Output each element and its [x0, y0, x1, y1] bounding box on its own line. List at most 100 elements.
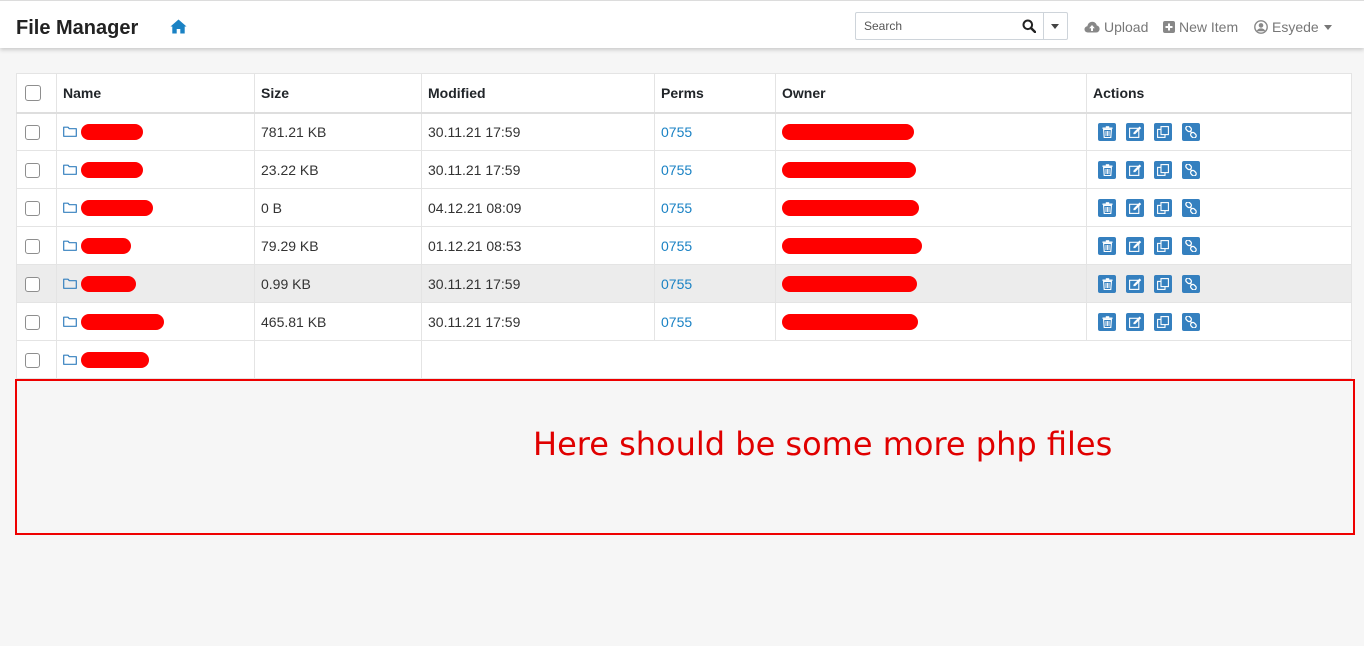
table-row[interactable]: 0 B 04.12.21 08:09 0755 [16, 188, 1352, 227]
modified-cell: 04.12.21 08:09 [421, 188, 655, 227]
file-table: Name Size Modified Perms Owner Actions 7… [16, 73, 1352, 379]
annotation-box: Here should be some more php files [15, 379, 1355, 535]
redacted-owner [782, 162, 916, 179]
folder-icon [63, 314, 77, 330]
select-cell [16, 302, 57, 341]
search-icon[interactable] [1022, 19, 1036, 33]
column-header-perms[interactable]: Perms [654, 73, 776, 114]
row-checkbox[interactable] [25, 238, 40, 254]
user-name: Esyede [1272, 19, 1319, 35]
folder-icon [63, 352, 77, 368]
redacted-owner [782, 124, 914, 141]
copy-icon[interactable] [1154, 122, 1172, 141]
link-icon[interactable] [1182, 236, 1200, 255]
row-checkbox[interactable] [25, 314, 40, 330]
owner-cell [775, 226, 1087, 265]
search-dropdown-icon[interactable] [1051, 24, 1059, 29]
perms-link[interactable]: 0755 [654, 226, 776, 265]
row-checkbox[interactable] [25, 162, 40, 178]
redacted-owner [782, 200, 919, 217]
link-icon[interactable] [1182, 122, 1200, 141]
redacted-name [80, 276, 136, 293]
trash-icon[interactable] [1098, 236, 1116, 255]
folder-icon [63, 162, 77, 178]
copy-icon[interactable] [1154, 312, 1172, 331]
name-cell[interactable] [56, 226, 255, 265]
search-divider [1043, 13, 1044, 39]
edit-icon[interactable] [1126, 122, 1144, 141]
column-header-name[interactable]: Name [56, 73, 255, 114]
folder-icon [63, 124, 77, 140]
select-all-checkbox[interactable] [25, 85, 41, 102]
name-cell[interactable] [56, 150, 255, 189]
row-checkbox[interactable] [25, 352, 40, 368]
new-item-link[interactable]: New Item [1163, 18, 1238, 36]
name-cell[interactable] [56, 188, 255, 227]
cloud-upload-icon [1084, 21, 1100, 33]
table-row[interactable]: 23.22 KB 30.11.21 17:59 0755 [16, 150, 1352, 189]
column-header-size[interactable]: Size [254, 73, 422, 114]
user-circle-icon [1254, 20, 1268, 34]
link-icon[interactable] [1182, 274, 1200, 293]
name-cell[interactable] [56, 302, 255, 341]
copy-icon[interactable] [1154, 236, 1172, 255]
owner-cell [775, 264, 1087, 303]
app-title[interactable]: File Manager [16, 16, 138, 40]
table-row[interactable]: 465.81 KB 30.11.21 17:59 0755 [16, 302, 1352, 341]
edit-icon[interactable] [1126, 160, 1144, 179]
link-icon[interactable] [1182, 198, 1200, 217]
trash-icon[interactable] [1098, 122, 1116, 141]
actions-cell [1086, 226, 1352, 265]
column-header-modified[interactable]: Modified [421, 73, 655, 114]
trash-icon[interactable] [1098, 274, 1116, 293]
copy-icon[interactable] [1154, 160, 1172, 179]
name-cell[interactable] [56, 264, 255, 303]
empty-cell [421, 340, 1352, 379]
row-checkbox[interactable] [25, 125, 40, 141]
perms-link[interactable]: 0755 [654, 264, 776, 303]
edit-icon[interactable] [1126, 274, 1144, 293]
copy-icon[interactable] [1154, 274, 1172, 293]
upload-link[interactable]: Upload [1084, 18, 1148, 36]
modified-cell: 01.12.21 08:53 [421, 226, 655, 265]
perms-link[interactable]: 0755 [654, 112, 776, 151]
search-input[interactable] [856, 13, 1041, 39]
edit-icon[interactable] [1126, 312, 1144, 331]
link-icon[interactable] [1182, 160, 1200, 179]
size-cell: 79.29 KB [254, 226, 422, 265]
table-header-row: Name Size Modified Perms Owner Actions [16, 73, 1352, 114]
folder-icon [63, 200, 77, 216]
redacted-name [80, 352, 149, 369]
trash-icon[interactable] [1098, 312, 1116, 331]
table-row[interactable] [16, 340, 1352, 379]
owner-cell [775, 150, 1087, 189]
modified-cell: 30.11.21 17:59 [421, 302, 655, 341]
redacted-owner [782, 238, 922, 255]
name-cell[interactable] [56, 340, 255, 379]
copy-icon[interactable] [1154, 198, 1172, 217]
column-header-owner[interactable]: Owner [775, 73, 1087, 114]
row-checkbox[interactable] [25, 276, 40, 292]
trash-icon[interactable] [1098, 198, 1116, 217]
link-icon[interactable] [1182, 312, 1200, 331]
perms-link[interactable]: 0755 [654, 302, 776, 341]
select-cell [16, 150, 57, 189]
trash-icon[interactable] [1098, 160, 1116, 179]
edit-icon[interactable] [1126, 198, 1144, 217]
home-icon[interactable] [170, 19, 187, 34]
actions-cell [1086, 302, 1352, 341]
size-cell: 0.99 KB [254, 264, 422, 303]
row-actions [1093, 198, 1345, 217]
table-row[interactable]: 0.99 KB 30.11.21 17:59 0755 [16, 264, 1352, 303]
perms-link[interactable]: 0755 [654, 150, 776, 189]
redacted-name [80, 314, 164, 331]
edit-icon[interactable] [1126, 236, 1144, 255]
table-row[interactable]: 79.29 KB 01.12.21 08:53 0755 [16, 226, 1352, 265]
table-row[interactable]: 781.21 KB 30.11.21 17:59 0755 [16, 112, 1352, 151]
file-table-container: Name Size Modified Perms Owner Actions 7… [16, 73, 1352, 379]
annotation-text: Here should be some more php files [533, 425, 1113, 463]
perms-link[interactable]: 0755 [654, 188, 776, 227]
name-cell[interactable] [56, 112, 255, 151]
row-checkbox[interactable] [25, 200, 40, 216]
user-menu[interactable]: Esyede [1254, 18, 1332, 36]
